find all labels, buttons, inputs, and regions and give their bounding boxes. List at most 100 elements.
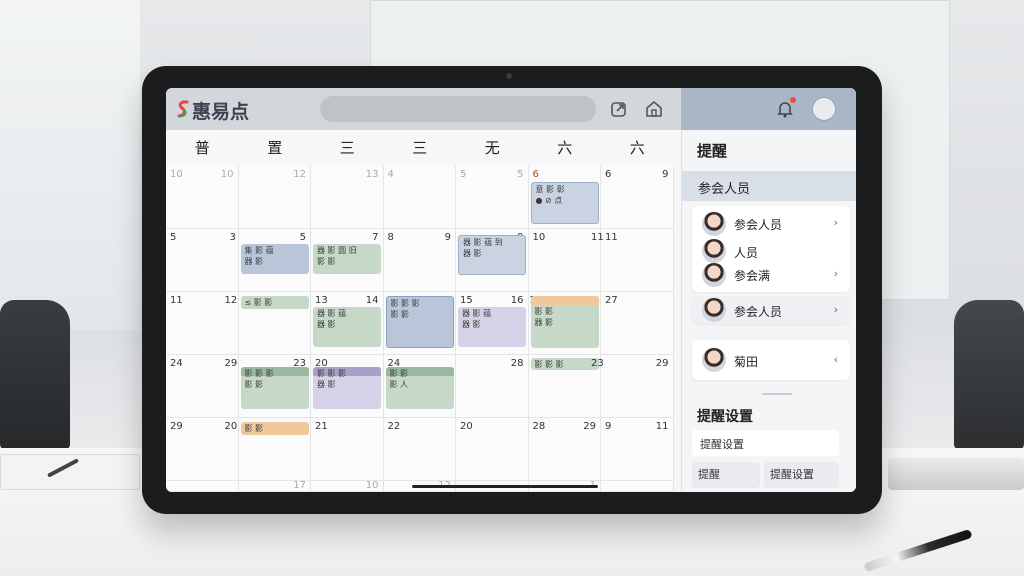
attendee-name[interactable]: 参会人员 (734, 216, 782, 233)
event-block[interactable]: 影 影 (240, 422, 309, 435)
day-cell[interactable]: 11 11 (591, 229, 674, 292)
day-cell[interactable]: 29 23 影 影 影 影 影 (225, 355, 311, 418)
day-cell[interactable]: 10 10 (166, 166, 239, 229)
day-cell[interactable]: 3 5 集 影 蕴 器 影 (230, 229, 311, 292)
event-title: 意 影 彰 (535, 185, 565, 194)
day-cell[interactable]: 16 12 影 影 器 影 (528, 292, 601, 355)
event-block[interactable]: 影 影 影 (530, 358, 599, 370)
day-cell[interactable]: 20 (456, 418, 529, 481)
day-cell[interactable]: 10 (311, 480, 384, 492)
weekday-label: 无 (484, 139, 500, 157)
event-detail: 器 影 (534, 318, 554, 327)
event-block[interactable]: 器 影 蕴 器 影 (458, 307, 526, 347)
event-block[interactable]: 集 影 蕴 器 影 (240, 244, 309, 274)
event-block[interactable]: 影 影 影 影 影 (385, 296, 454, 348)
search-bar[interactable] (320, 96, 596, 122)
day-cell[interactable]: 5 5 (456, 166, 529, 229)
day-cell[interactable] (166, 481, 239, 492)
day-number: 21 (315, 421, 328, 432)
day-number: 5 (517, 169, 524, 180)
day-cell[interactable]: 7 器 影 圆 旧 影 影 (311, 229, 384, 292)
event-block[interactable]: 影 影 影 人 (385, 367, 454, 409)
background-laptop (888, 458, 1024, 490)
day-number: 10 (170, 169, 183, 180)
day-cell[interactable]: 24 影 影 影 人 (383, 355, 456, 418)
app-name: 惠易点 (192, 101, 250, 123)
day-cell[interactable]: 15 16 器 影 蕴 器 影 (456, 292, 529, 355)
remind-button[interactable]: 提醒 (692, 462, 760, 488)
event-block[interactable]: 器 影 圆 旧 影 影 (313, 244, 381, 274)
day-number: 16 (510, 295, 524, 306)
day-cell[interactable]: 20 影 影 影 器 影 (311, 355, 384, 418)
day-cell[interactable]: 27 (601, 292, 674, 355)
event-block[interactable]: 器 影 蕴 器 影 (313, 307, 381, 347)
event-block[interactable]: ≤ 影 影 (240, 296, 309, 309)
day-cell[interactable] (601, 481, 674, 492)
event-detail: 影 影 (244, 380, 264, 389)
day-number: 20 (224, 421, 238, 432)
day-cell[interactable]: 6 9 (601, 166, 674, 229)
day-cell[interactable]: 影 影 影 影 影 (383, 292, 456, 355)
day-cell[interactable]: 12 (238, 166, 311, 229)
day-cell[interactable]: 22 (383, 418, 456, 481)
tablet-device: 惠易点 普 置 三 三 无 六 六 10 10 12 13 4 5 5 6 意 … (142, 66, 882, 514)
day-number: 15 (460, 295, 473, 306)
day-number: 28 (510, 358, 524, 369)
share-icon[interactable] (609, 99, 629, 119)
attendee-name[interactable]: 参会满 (734, 267, 770, 284)
day-cell[interactable]: 20 影 影 (225, 418, 311, 481)
day-number: 14 (365, 295, 379, 306)
day-number: 5 (170, 232, 177, 243)
day-number: 24 (170, 358, 183, 369)
event-block[interactable]: 影 影 器 影 (530, 296, 599, 348)
day-cell[interactable]: 28 (456, 355, 529, 418)
day-cell[interactable]: 9 器 影 蕴 到 器 影 (456, 229, 529, 292)
day-cell[interactable]: 21 (311, 418, 384, 481)
day-cell[interactable]: 28 29 (528, 418, 601, 481)
event-title: 器 影 蕴 (462, 309, 492, 318)
attendee-avatar (702, 239, 726, 263)
day-cell[interactable]: 23 29 (591, 355, 674, 418)
day-cell[interactable]: 13 14 器 影 蕴 器 影 (311, 292, 384, 355)
day-cell[interactable]: 6 意 影 彰 ● ⊘ 点 (528, 166, 601, 229)
event-block[interactable]: 影 影 影 器 影 (313, 367, 381, 409)
day-number: 9 (444, 232, 451, 243)
day-number: 7 (372, 232, 379, 243)
attendee-card: 菊田 ‹ (692, 340, 850, 380)
day-cell[interactable]: 17 (238, 480, 311, 492)
settings-input[interactable]: 提醒设置 (692, 430, 839, 456)
app-screen: 惠易点 普 置 三 三 无 六 六 10 10 12 13 4 5 5 6 意 … (166, 88, 856, 492)
attendees-header: 参会人员 (682, 171, 856, 201)
chevron-right-icon[interactable]: › (834, 216, 838, 229)
reminder-settings-button-label: 提醒设置 (770, 468, 814, 481)
user-avatar[interactable] (812, 97, 836, 121)
event-block[interactable]: 影 影 影 影 影 (240, 367, 309, 409)
event-block[interactable]: 意 影 彰 ● ⊘ 点 (530, 182, 599, 224)
day-cell[interactable]: 9 11 (601, 418, 674, 481)
day-number: 12 (293, 169, 306, 180)
attendee-name[interactable]: 参会人员 (734, 303, 782, 320)
event-detail: 器 影 (462, 320, 481, 329)
weekday-label: 六 (629, 139, 645, 157)
notification-dot (790, 97, 796, 103)
day-number: 9 (662, 169, 669, 180)
chevron-left-icon[interactable]: ‹ (834, 353, 838, 366)
event-detail: 器 影 (317, 320, 336, 329)
event-detail: 影 影 (317, 257, 336, 266)
day-cell[interactable]: 5 (166, 229, 239, 292)
panel-divider (762, 393, 792, 395)
event-title: 影 影 影 (317, 369, 347, 378)
day-number: 11 (605, 232, 618, 243)
day-cell[interactable]: 12 ≤ 影 影 (225, 292, 311, 355)
attendee-name[interactable]: 人员 (734, 244, 758, 261)
day-cell[interactable]: 13 (311, 166, 384, 229)
chevron-right-icon[interactable]: › (834, 267, 838, 280)
day-cell[interactable]: 8 9 (383, 229, 456, 292)
home-icon[interactable] (644, 99, 664, 119)
event-block[interactable]: 器 影 蕴 到 器 影 (458, 235, 526, 275)
event-detail: 器 影 (317, 380, 336, 389)
day-cell[interactable]: 4 (383, 166, 456, 229)
reminder-settings-button[interactable]: 提醒设置 (764, 462, 839, 488)
chevron-right-icon[interactable]: › (834, 303, 838, 316)
attendee-name[interactable]: 菊田 (734, 353, 758, 370)
